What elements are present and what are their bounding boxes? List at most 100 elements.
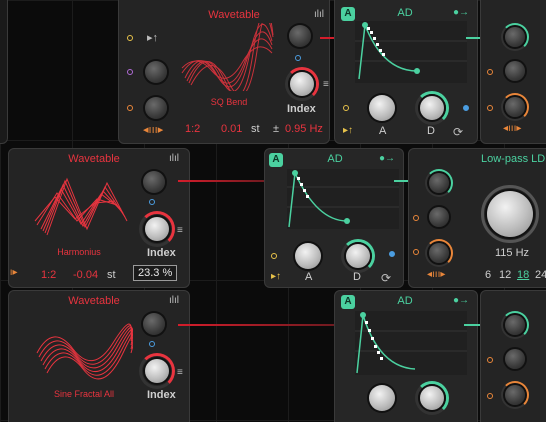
row1-right-device[interactable]: ◂ııı▸ xyxy=(480,0,546,144)
decay-knob[interactable] xyxy=(420,96,444,120)
mod-dot-orange[interactable] xyxy=(127,105,133,111)
mod-dot-blue[interactable] xyxy=(149,199,155,205)
list-icon[interactable]: ≡ xyxy=(323,79,329,90)
mod-knob-2[interactable] xyxy=(429,207,449,227)
index-label: Index xyxy=(147,389,176,401)
mod-dot-orange[interactable] xyxy=(413,215,419,221)
envelope-display[interactable] xyxy=(287,169,399,229)
slope-12[interactable]: 12 xyxy=(499,269,511,281)
modulator-arrow-icon[interactable]: ▸↑ xyxy=(271,271,281,282)
mod-knob[interactable] xyxy=(429,173,449,193)
decay-knob[interactable] xyxy=(346,244,370,268)
mod-dot-yellow[interactable] xyxy=(271,253,277,259)
arrow-right-icon[interactable]: ●→ xyxy=(453,7,469,18)
index-mod-knob[interactable] xyxy=(289,25,311,47)
bars-icon[interactable]: ılıl xyxy=(314,9,324,20)
row3-mod-wire xyxy=(178,324,342,326)
decay-knob[interactable] xyxy=(420,386,444,410)
bars-icon[interactable]: ılıl xyxy=(169,153,179,164)
envelope-display[interactable] xyxy=(355,311,467,375)
mod-dot-yellow[interactable] xyxy=(343,105,349,111)
list-icon[interactable]: ≡ xyxy=(177,225,183,236)
slope-24[interactable]: 24 xyxy=(535,269,546,281)
index-mod-knob[interactable] xyxy=(143,313,165,335)
mod-dot-orange[interactable] xyxy=(487,69,493,75)
envelope-display[interactable] xyxy=(355,21,467,83)
mod-knob-3[interactable] xyxy=(505,97,525,117)
wave-name[interactable]: Harmonius xyxy=(39,247,119,257)
mod-dot-orange[interactable] xyxy=(487,357,493,363)
mod-dot-orange-2[interactable] xyxy=(487,393,493,399)
mod-knob-3[interactable] xyxy=(429,243,449,263)
wave-name[interactable]: SQ Bend xyxy=(199,97,259,107)
row3-right-device[interactable] xyxy=(480,290,546,422)
mod-knob-2[interactable] xyxy=(505,349,525,369)
row1-wavetable-device[interactable]: Wavetable ılıl ▸↑ ◂ııı▸ SQ Bend ≡ Index … xyxy=(118,0,330,144)
loop-icon[interactable]: ⟳ xyxy=(453,125,463,139)
index-label: Index xyxy=(147,247,176,259)
ad-badge[interactable]: A xyxy=(341,7,355,21)
row1-left-stub xyxy=(0,0,8,144)
mod-dot-blue[interactable] xyxy=(149,341,155,347)
row2-filter-device[interactable]: Low-pass LD ◂ııı▸ 115 Hz 6 12 18 24 xyxy=(408,148,546,288)
piano-icon[interactable]: ◂ııı▸ xyxy=(427,269,445,280)
cutoff-knob[interactable] xyxy=(487,191,533,237)
attack-label: A xyxy=(379,125,387,137)
semitone-value[interactable]: -0.04 xyxy=(73,269,98,281)
device-title: Wavetable xyxy=(68,153,120,165)
cutoff-value[interactable]: 115 Hz xyxy=(495,247,529,259)
device-title: Wavetable xyxy=(208,9,260,21)
index-mod-knob[interactable] xyxy=(143,171,165,193)
list-icon[interactable]: ≡ xyxy=(177,367,183,378)
index-value-tooltip: 23.3 % xyxy=(133,265,178,281)
modulator-arrow-icon[interactable]: ▸↑ xyxy=(147,31,158,44)
mod-dot-yellow[interactable] xyxy=(127,35,133,41)
arrow-right-icon[interactable]: ●→ xyxy=(453,295,469,306)
ad-badge[interactable]: A xyxy=(341,295,355,309)
mod-knob[interactable] xyxy=(505,315,525,335)
semitone-value[interactable]: 0.01 xyxy=(221,123,242,135)
ratio-value[interactable]: 1:2 xyxy=(185,123,200,135)
index-knob[interactable] xyxy=(290,72,314,96)
pitch-knob[interactable] xyxy=(145,61,167,83)
loop-icon[interactable]: ⟳ xyxy=(381,271,391,285)
arrow-right-icon[interactable]: ●→ xyxy=(379,153,395,164)
mod-dot-blue[interactable] xyxy=(463,105,469,111)
mod-knob-3[interactable] xyxy=(505,385,525,405)
level-knob[interactable] xyxy=(145,97,167,119)
wave-name[interactable]: Sine Fractal All xyxy=(39,389,129,399)
bars-icon[interactable]: ılıl xyxy=(169,295,179,306)
attack-knob[interactable] xyxy=(369,385,395,411)
row3-wavetable-device[interactable]: Wavetable ılıl Sine Fractal All ≡ Index xyxy=(8,290,190,422)
ratio-value[interactable]: 1:2 xyxy=(41,269,56,281)
slope-18[interactable]: 18 xyxy=(517,269,529,281)
mod-dot-orange-2[interactable] xyxy=(413,249,419,255)
row2-wavetable-device[interactable]: Wavetable ılıl Harmonius ≡ Index ıı▸ 1:2… xyxy=(8,148,190,288)
fine-value[interactable]: 0.95 Hz xyxy=(285,123,323,135)
attack-label: A xyxy=(305,271,313,283)
index-knob[interactable] xyxy=(145,359,169,383)
modulator-arrow-icon[interactable]: ▸↑ xyxy=(343,125,353,136)
mod-knob-2[interactable] xyxy=(505,61,525,81)
ad-badge[interactable]: A xyxy=(269,153,283,167)
mod-dot-purple[interactable] xyxy=(127,69,133,75)
wavetable-graphic xyxy=(36,323,133,380)
attack-knob[interactable] xyxy=(369,95,395,121)
mod-knob[interactable] xyxy=(505,27,525,47)
row3-ad-device[interactable]: A AD ●→ xyxy=(334,290,478,422)
index-knob[interactable] xyxy=(145,217,169,241)
piano-icon[interactable]: ◂ııı▸ xyxy=(503,123,521,134)
device-title: AD xyxy=(397,7,413,19)
row2-ad-device[interactable]: A AD ●→ ▸↑ A D ⟳ xyxy=(264,148,404,288)
semitone-unit: st xyxy=(107,269,116,281)
slope-6[interactable]: 6 xyxy=(485,269,491,281)
wavetable-graphic xyxy=(34,177,128,236)
piano-icon[interactable]: ◂ııı▸ xyxy=(143,123,163,136)
fine-prefix: ± xyxy=(273,123,280,135)
row1-ad-device[interactable]: A AD ●→ ▸↑ A D ⟳ xyxy=(334,0,478,144)
mod-dot-blue[interactable] xyxy=(389,251,395,257)
piano-icon[interactable]: ıı▸ xyxy=(9,267,18,278)
attack-knob[interactable] xyxy=(295,243,321,269)
mod-dot-blue[interactable] xyxy=(295,55,301,61)
mod-dot-orange-2[interactable] xyxy=(487,105,493,111)
